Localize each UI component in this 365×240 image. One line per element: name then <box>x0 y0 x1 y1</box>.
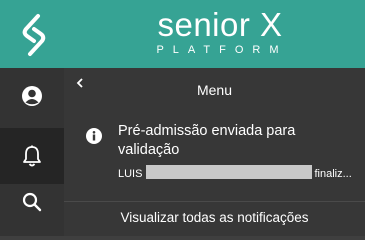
redacted-block <box>146 165 313 179</box>
notification-desc-prefix: LUIS <box>118 168 143 180</box>
notifications-panel: Menu Pré-admissão enviada para validação… <box>64 68 365 236</box>
senior-logo-icon[interactable] <box>20 13 48 57</box>
profile-button[interactable] <box>0 68 64 124</box>
brand-subtitle: PLATFORM <box>156 44 288 56</box>
info-icon <box>86 128 102 144</box>
panel-title: Menu <box>196 82 233 98</box>
brand-title: senior X <box>157 6 283 43</box>
side-rail <box>0 68 64 236</box>
notification-title[interactable]: Pré-admissão enviada para validação <box>118 122 358 160</box>
search-icon <box>22 192 42 212</box>
notification-description[interactable]: LUIS finaliz... <box>118 165 352 181</box>
bell-icon <box>23 145 41 167</box>
app-header: senior X PLATFORM <box>0 0 365 68</box>
view-all-notifications-link[interactable]: Visualizar todas as notificações <box>64 202 365 236</box>
notification-desc-suffix: finaliz... <box>314 168 352 180</box>
brand: senior X PLATFORM <box>145 6 295 56</box>
search-button[interactable] <box>0 174 64 230</box>
user-icon <box>22 86 42 106</box>
